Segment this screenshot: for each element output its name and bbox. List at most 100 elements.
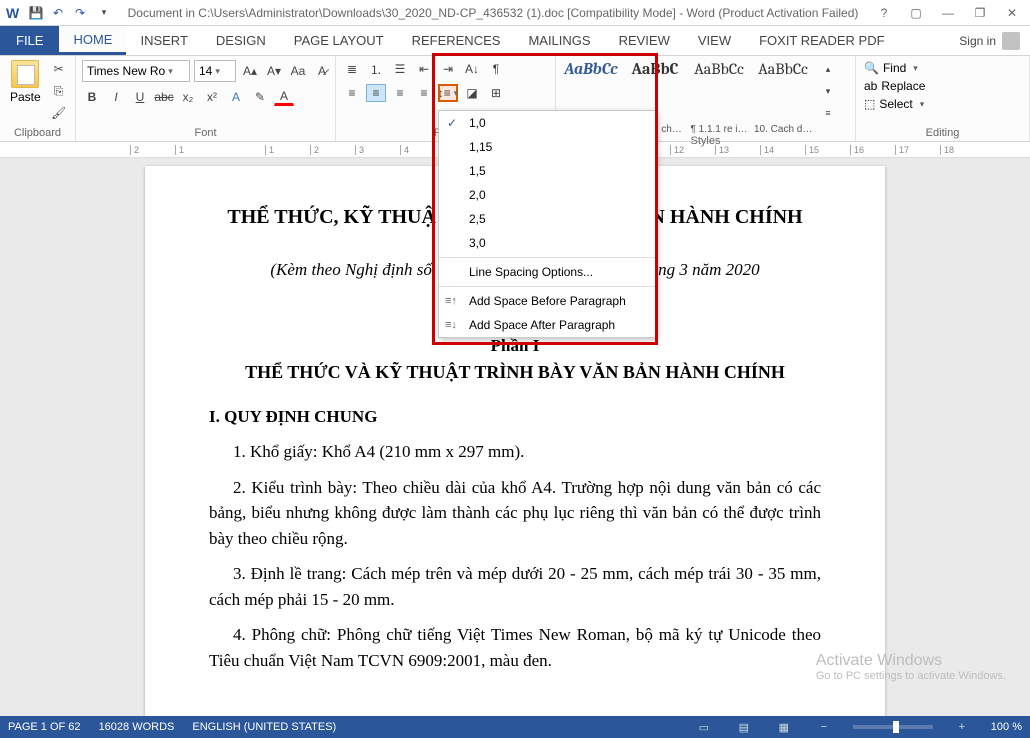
sign-in-button[interactable]: Sign in — [949, 26, 1030, 55]
shrink-font-icon[interactable]: A▾ — [264, 62, 284, 80]
underline-button[interactable]: U — [130, 88, 150, 106]
page-indicator[interactable]: PAGE 1 OF 62 — [8, 721, 81, 733]
help-button[interactable]: ? — [872, 6, 896, 20]
select-button[interactable]: ⬚Select▾ — [862, 96, 927, 112]
tab-home[interactable]: HOME — [59, 26, 126, 55]
space-after-icon: ≡↓ — [445, 319, 457, 331]
title-bar: W 💾 ↶ ↷ ▾ Document in C:\Users\Administr… — [0, 0, 1030, 26]
align-right-icon[interactable]: ≡ — [390, 84, 410, 102]
styles-scroll-up-icon[interactable]: ▴ — [818, 60, 838, 78]
decrease-indent-icon[interactable]: ⇤ — [414, 60, 434, 78]
status-bar: PAGE 1 OF 62 16028 WORDS ENGLISH (UNITED… — [0, 716, 1030, 738]
subscript-button[interactable]: x₂ — [178, 88, 198, 106]
paste-button[interactable]: Paste — [6, 60, 45, 104]
bold-button[interactable]: B — [82, 88, 102, 106]
spacing-3-0[interactable]: 3,0 — [439, 231, 655, 255]
tab-insert[interactable]: INSERT — [126, 26, 201, 55]
line-spacing-options[interactable]: Line Spacing Options... — [439, 260, 655, 284]
copy-icon[interactable]: ⎘ — [49, 82, 69, 100]
language-indicator[interactable]: ENGLISH (UNITED STATES) — [192, 721, 336, 733]
group-font: Times New Ro▾ 14▾ A▴ A▾ Aa A̷ B I U abc … — [76, 56, 336, 141]
paste-icon — [11, 60, 39, 88]
highlight-icon[interactable]: ✎ — [250, 88, 270, 106]
line-spacing-dropdown: 1,0 1,15 1,5 2,0 2,5 3,0 Line Spacing Op… — [438, 110, 656, 338]
tab-page-layout[interactable]: PAGE LAYOUT — [280, 26, 398, 55]
style-name-3[interactable]: 10. Cach d… — [754, 124, 812, 135]
restore-button[interactable]: ❐ — [968, 6, 992, 20]
spacing-2-5[interactable]: 2,5 — [439, 207, 655, 231]
multilevel-list-icon[interactable]: ☰ — [390, 60, 410, 78]
zoom-out-button[interactable]: − — [813, 721, 835, 733]
tab-references[interactable]: REFERENCES — [398, 26, 515, 55]
tab-file[interactable]: FILE — [0, 26, 59, 55]
styles-scroll-down-icon[interactable]: ▾ — [818, 82, 838, 100]
clear-formatting-icon[interactable]: A̷ — [312, 62, 332, 80]
style-item-3[interactable]: AaBbCc — [690, 60, 748, 78]
redo-icon[interactable]: ↷ — [72, 5, 88, 21]
group-editing: 🔍Find▾ abReplace ⬚Select▾ Editing — [856, 56, 1030, 141]
cut-icon[interactable]: ✂ — [49, 60, 69, 78]
user-icon — [1002, 32, 1020, 50]
replace-button[interactable]: abReplace — [862, 78, 927, 94]
align-left-icon[interactable]: ≡ — [342, 84, 362, 102]
show-marks-icon[interactable]: ¶ — [486, 60, 506, 78]
numbering-icon[interactable]: ⒈ — [366, 60, 386, 78]
font-name-combo[interactable]: Times New Ro▾ — [82, 60, 190, 82]
tab-bar: FILE HOME INSERT DESIGN PAGE LAYOUT REFE… — [0, 26, 1030, 56]
align-center-icon[interactable]: ≡ — [366, 84, 386, 102]
replace-icon: ab — [864, 79, 877, 93]
spacing-1-5[interactable]: 1,5 — [439, 159, 655, 183]
space-before-icon: ≡↑ — [445, 295, 457, 307]
tab-view[interactable]: VIEW — [684, 26, 745, 55]
font-size-combo[interactable]: 14▾ — [194, 60, 236, 82]
styles-more-icon[interactable]: ≡ — [818, 104, 838, 122]
bullets-icon[interactable]: ≣ — [342, 60, 362, 78]
spacing-2-0[interactable]: 2,0 — [439, 183, 655, 207]
zoom-in-button[interactable]: + — [951, 721, 973, 733]
change-case-icon[interactable]: Aa — [288, 62, 308, 80]
justify-icon[interactable]: ≡ — [414, 84, 434, 102]
zoom-level[interactable]: 100 % — [991, 721, 1022, 733]
minimize-button[interactable]: — — [936, 6, 960, 20]
qat-customize-icon[interactable]: ▾ — [94, 4, 114, 22]
borders-icon[interactable]: ⊞ — [486, 84, 506, 102]
grow-font-icon[interactable]: A▴ — [240, 62, 260, 80]
undo-icon[interactable]: ↶ — [50, 5, 66, 21]
close-button[interactable]: ✕ — [1000, 6, 1024, 20]
editing-group-label: Editing — [862, 127, 1023, 141]
ribbon-display-button[interactable]: ▢ — [904, 6, 928, 20]
increase-indent-icon[interactable]: ⇥ — [438, 60, 458, 78]
text-effects-icon[interactable]: A — [226, 88, 246, 106]
superscript-button[interactable]: x² — [202, 88, 222, 106]
style-item-2[interactable]: AaBbC — [626, 60, 684, 78]
spacing-1-15[interactable]: 1,15 — [439, 135, 655, 159]
zoom-slider[interactable] — [853, 725, 933, 729]
shading-icon[interactable]: ◪ — [462, 84, 482, 102]
find-button[interactable]: 🔍Find▾ — [862, 60, 927, 76]
select-icon: ⬚ — [864, 97, 875, 111]
tab-review[interactable]: REVIEW — [605, 26, 684, 55]
tab-foxit[interactable]: FOXIT READER PDF — [745, 26, 898, 55]
style-item-4[interactable]: AaBbCc — [754, 60, 812, 78]
font-color-icon[interactable]: A — [274, 88, 294, 106]
tab-mailings[interactable]: MAILINGS — [514, 26, 604, 55]
line-spacing-button[interactable]: ↕≡▾ — [438, 84, 458, 102]
spacing-1-0[interactable]: 1,0 — [439, 111, 655, 135]
group-clipboard: Paste ✂ ⎘ 🖌 Clipboard — [0, 56, 76, 141]
italic-button[interactable]: I — [106, 88, 126, 106]
style-item-1[interactable]: AaBbCc — [562, 60, 620, 78]
add-space-after[interactable]: ≡↓Add Space After Paragraph — [439, 313, 655, 337]
quick-access-toolbar: W 💾 ↶ ↷ ▾ — [6, 4, 114, 22]
word-count[interactable]: 16028 WORDS — [99, 721, 175, 733]
tab-design[interactable]: DESIGN — [202, 26, 280, 55]
paste-label: Paste — [10, 90, 41, 104]
style-name-2[interactable]: ¶ 1.1.1 re i… — [690, 124, 748, 135]
sort-icon[interactable]: A↓ — [462, 60, 482, 78]
format-painter-icon[interactable]: 🖌 — [49, 104, 69, 122]
window-title: Document in C:\Users\Administrator\Downl… — [118, 6, 868, 20]
doc-part-title: THỂ THỨC VÀ KỸ THUẬT TRÌNH BÀY VĂN BẢN H… — [209, 362, 821, 383]
save-icon[interactable]: 💾 — [28, 5, 44, 21]
strikethrough-button[interactable]: abc — [154, 88, 174, 106]
doc-p4: 4. Phông chữ: Phông chữ tiếng Việt Times… — [209, 622, 821, 673]
add-space-before[interactable]: ≡↑Add Space Before Paragraph — [439, 289, 655, 313]
